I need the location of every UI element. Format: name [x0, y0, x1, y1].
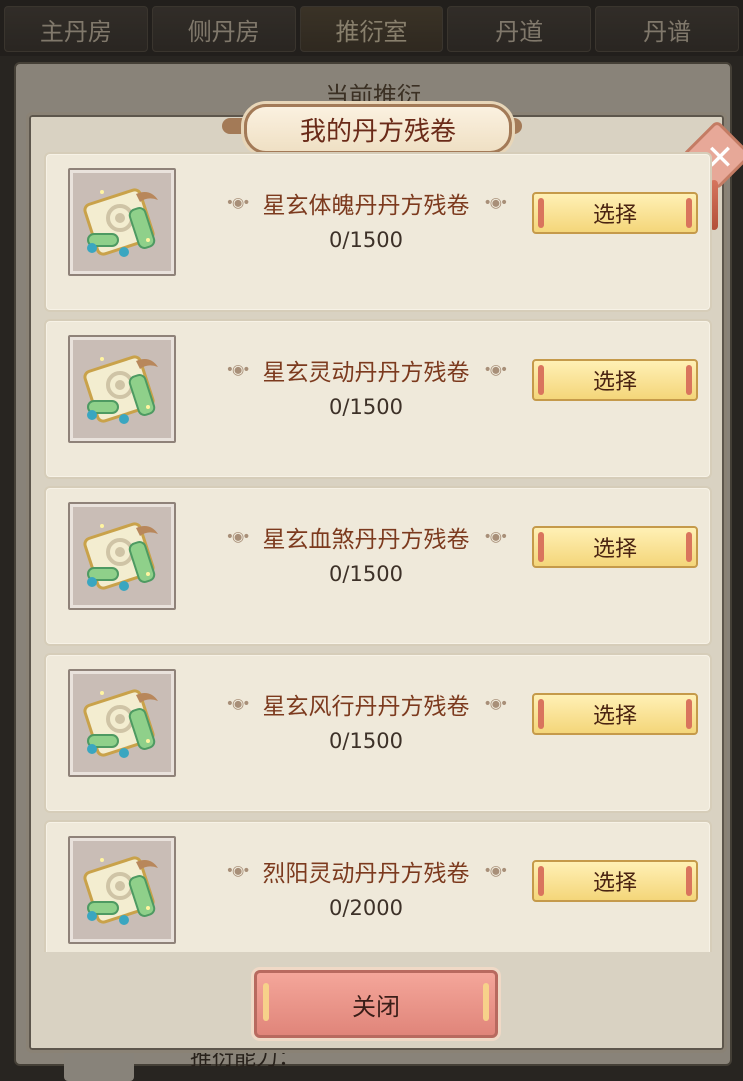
button-cap-left — [538, 198, 544, 228]
list-item: •◉• 星玄血煞丹丹方残卷 •◉• 0/1500 选择 — [44, 486, 712, 646]
close-button-label: 关闭 — [352, 992, 400, 1021]
button-cap-right — [686, 699, 692, 729]
select-button[interactable]: 选择 — [532, 192, 698, 234]
item-icon-frame[interactable] — [68, 502, 176, 610]
item-name: 星玄风行丹丹方残卷 — [262, 694, 470, 720]
item-name-row: •◉• 星玄风行丹丹方残卷 •◉• — [206, 687, 526, 721]
item-icon-frame[interactable] — [68, 335, 176, 443]
item-name-row: •◉• 烈阳灵动丹丹方残卷 •◉• — [206, 854, 526, 888]
item-count: 0/1500 — [329, 562, 403, 586]
modal-title: 我的丹方残卷 — [244, 104, 512, 154]
list-item: •◉• 星玄体魄丹丹方残卷 •◉• 0/1500 选择 — [44, 152, 712, 312]
item-name: 星玄体魄丹丹方残卷 — [262, 193, 470, 219]
item-icon-frame[interactable] — [68, 168, 176, 276]
ornament-right-icon: •◉• — [483, 195, 509, 211]
select-button[interactable]: 选择 — [532, 359, 698, 401]
item-icon-frame[interactable] — [68, 836, 176, 944]
button-cap-left — [538, 365, 544, 395]
ornament-left-icon: •◉• — [225, 863, 251, 879]
scroll-icon — [83, 355, 158, 424]
scroll-icon — [83, 522, 158, 591]
button-cap-right — [686, 532, 692, 562]
select-button[interactable]: 选择 — [532, 526, 698, 568]
fragment-list[interactable]: •◉• 星玄体魄丹丹方残卷 •◉• 0/1500 选择 •◉• 星玄灵动丹丹方残… — [40, 152, 712, 952]
ornament-left-icon: •◉• — [225, 529, 251, 545]
item-name-row: •◉• 星玄体魄丹丹方残卷 •◉• — [206, 186, 526, 220]
select-button-label: 选择 — [592, 370, 637, 395]
item-count: 0/1500 — [329, 729, 403, 753]
close-button[interactable]: 关闭 — [254, 970, 498, 1038]
button-cap-right — [686, 198, 692, 228]
ornament-right-icon: •◉• — [483, 863, 509, 879]
scroll-icon — [83, 856, 158, 925]
item-name: 星玄血煞丹丹方残卷 — [262, 527, 470, 553]
ornament-right-icon: •◉• — [483, 696, 509, 712]
list-item: •◉• 烈阳灵动丹丹方残卷 •◉• 0/2000 选择 — [44, 820, 712, 952]
list-item: •◉• 星玄灵动丹丹方残卷 •◉• 0/1500 选择 — [44, 319, 712, 479]
button-cap-right — [686, 365, 692, 395]
item-count: 0/1500 — [329, 228, 403, 252]
ornament-left-icon: •◉• — [225, 195, 251, 211]
list-item: •◉• 星玄风行丹丹方残卷 •◉• 0/1500 选择 — [44, 653, 712, 813]
button-cap-right — [686, 866, 692, 896]
item-name: 烈阳灵动丹丹方残卷 — [262, 861, 470, 887]
ornament-left-icon: •◉• — [225, 696, 251, 712]
button-cap-left — [538, 532, 544, 562]
scroll-icon — [83, 188, 158, 257]
select-button-label: 选择 — [592, 537, 637, 562]
button-cap-left — [538, 699, 544, 729]
button-cap-right — [483, 983, 489, 1021]
item-name: 星玄灵动丹丹方残卷 — [262, 360, 470, 386]
item-name-row: •◉• 星玄灵动丹丹方残卷 •◉• — [206, 353, 526, 387]
item-icon-frame[interactable] — [68, 669, 176, 777]
item-count: 0/2000 — [329, 896, 403, 920]
select-button-label: 选择 — [592, 203, 637, 228]
button-cap-left — [538, 866, 544, 896]
item-name-row: •◉• 星玄血煞丹丹方残卷 •◉• — [206, 520, 526, 554]
scroll-icon — [83, 689, 158, 758]
item-count: 0/1500 — [329, 395, 403, 419]
ornament-right-icon: •◉• — [483, 362, 509, 378]
select-button[interactable]: 选择 — [532, 693, 698, 735]
select-button-label: 选择 — [592, 871, 637, 896]
ornament-left-icon: •◉• — [225, 362, 251, 378]
select-button[interactable]: 选择 — [532, 860, 698, 902]
select-button-label: 选择 — [592, 704, 637, 729]
button-cap-left — [263, 983, 269, 1021]
ornament-right-icon: •◉• — [483, 529, 509, 545]
